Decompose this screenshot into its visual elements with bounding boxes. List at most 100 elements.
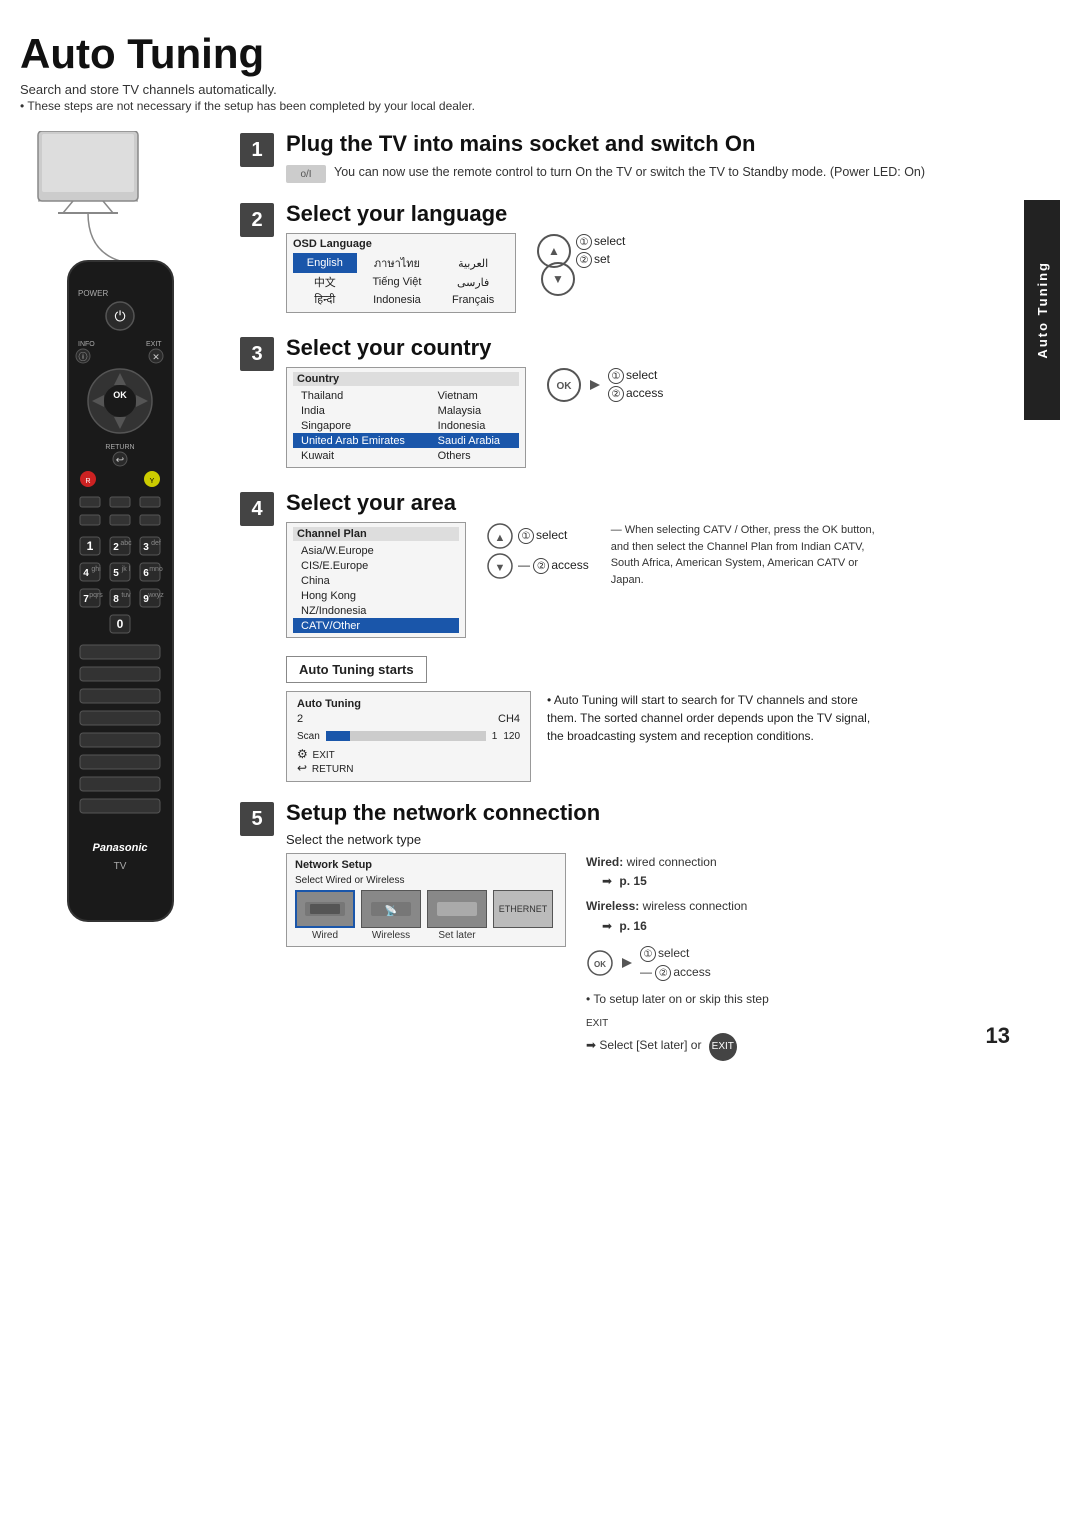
catv-note-text: When selecting CATV / Other, press the O… <box>611 524 875 586</box>
at-exit-row: ⚙ EXIT <box>297 747 520 761</box>
svg-text:INFO: INFO <box>78 341 95 348</box>
svg-text:pqrs: pqrs <box>89 592 103 599</box>
arrow-right-step5 <box>620 956 634 970</box>
auto-tuning-note: • Auto Tuning will start to search for T… <box>547 691 877 745</box>
step-block-1: 1 Plug the TV into mains socket and swit… <box>240 131 1010 183</box>
step5-instr-2: — ②access <box>640 963 711 982</box>
step-1-badge: 1 <box>240 133 274 167</box>
lang-indonesian[interactable]: Indonesia <box>357 291 438 308</box>
ns-header: Network Setup <box>295 859 557 871</box>
area-asia[interactable]: Asia/W.Europe <box>293 543 459 558</box>
wireless-page: p. 16 <box>619 919 646 933</box>
country-thailand[interactable]: Thailand <box>293 388 430 403</box>
step2-instr-2: ②set <box>576 252 625 268</box>
step-3-heading: Select your country <box>286 335 1010 361</box>
ethernet-label: ETHERNET <box>499 904 548 914</box>
area-cis[interactable]: CIS/E.Europe <box>293 558 459 573</box>
svg-text:def: def <box>151 540 161 547</box>
at-scan-label: Scan <box>297 731 320 742</box>
channel-header: Channel Plan <box>293 527 459 541</box>
page-container: Auto Tuning Auto Tuning Search and store… <box>20 0 1060 1079</box>
step4-nav: ▲ ①select ▼ — <box>486 522 589 580</box>
at-header: Auto Tuning <box>297 698 520 710</box>
country-row-uae[interactable]: United Arab Emirates Saudi Arabia <box>293 433 519 448</box>
country-malaysia[interactable]: Malaysia <box>430 403 519 418</box>
country-indonesia[interactable]: Indonesia <box>430 418 519 433</box>
lang-vietnamese[interactable]: Tiếng Việt <box>357 273 438 291</box>
at-bottom-controls: ⚙ EXIT ↩ RETURN <box>297 747 520 775</box>
ns-setlater-option[interactable]: Set later <box>427 890 487 941</box>
step-1-body: o/I You can now use the remote control t… <box>286 163 1010 183</box>
auto-tuning-row: Auto Tuning 2 CH4 Scan <box>286 691 1010 782</box>
power-label: o/I <box>300 169 311 180</box>
ns-options: Wired 📡 <box>295 890 557 941</box>
svg-text:OK: OK <box>113 390 127 400</box>
ns-wireless-option[interactable]: 📡 Wireless <box>361 890 421 941</box>
country-row-kuwait[interactable]: Kuwait Others <box>293 448 519 463</box>
at-scan-end: 120 <box>503 731 520 742</box>
auto-tuning-note-text: Auto Tuning will start to search for TV … <box>547 693 870 743</box>
country-saudi[interactable]: Saudi Arabia <box>430 433 519 448</box>
ns-wired-option[interactable]: Wired <box>295 890 355 941</box>
step5-nav: OK ①select — ②access <box>586 944 769 982</box>
step-3-row: Country Thailand Vietnam India Malaysia <box>286 367 1010 472</box>
area-nz[interactable]: NZ/Indonesia <box>293 603 459 618</box>
step3-instructions: ①select ②access <box>608 368 663 402</box>
lang-chinese[interactable]: 中文 <box>293 273 357 291</box>
at-return-row: ↩ RETURN <box>297 761 520 775</box>
svg-text:▼: ▼ <box>495 562 506 574</box>
svg-text:OK: OK <box>557 381 573 392</box>
country-vietnam[interactable]: Vietnam <box>430 388 519 403</box>
area-catv[interactable]: CATV/Other <box>293 618 459 633</box>
svg-text:tuv: tuv <box>121 592 131 599</box>
step-1-body-text: You can now use the remote control to tu… <box>334 165 925 179</box>
step2-instr-1: ①select <box>576 234 625 250</box>
lang-english[interactable]: English <box>293 253 357 273</box>
country-uae[interactable]: United Arab Emirates <box>293 433 430 448</box>
step-5-badge: 5 <box>240 802 274 836</box>
country-others[interactable]: Others <box>430 448 519 463</box>
svg-text:⏻: ⏻ <box>114 308 125 324</box>
exit-label-text: EXIT <box>586 1018 608 1029</box>
country-singapore[interactable]: Singapore <box>293 418 430 433</box>
area-china[interactable]: China <box>293 573 459 588</box>
country-row-thailand[interactable]: Thailand Vietnam <box>293 388 519 403</box>
subtitle1: Search and store TV channels automatical… <box>20 82 1060 97</box>
svg-text:4: 4 <box>83 568 89 579</box>
country-india[interactable]: India <box>293 403 430 418</box>
remote-column: POWER ⏻ INFO EXIT ⓘ ✕ OK <box>20 131 220 1079</box>
country-kuwait[interactable]: Kuwait <box>293 448 430 463</box>
country-row-singapore[interactable]: Singapore Indonesia <box>293 418 519 433</box>
subtitle2: These steps are not necessary if the set… <box>20 99 1060 113</box>
step-1-text: You can now use the remote control to tu… <box>334 163 925 182</box>
ns-setlater-img <box>427 890 487 928</box>
lang-persian[interactable]: فارسی <box>437 273 509 291</box>
lang-hindi[interactable]: हिन्दी <box>293 291 357 308</box>
country-row-india[interactable]: India Malaysia <box>293 403 519 418</box>
step3-instr-1: ①select <box>608 368 663 384</box>
at-progress-fill <box>326 731 350 741</box>
step-4-row: Channel Plan Asia/W.Europe CIS/E.Europe … <box>286 522 1010 642</box>
at-exit-label: EXIT <box>313 750 335 761</box>
area-hongkong[interactable]: Hong Kong <box>293 588 459 603</box>
step5-instr-1: ①select <box>640 944 711 963</box>
at-return-label: RETURN <box>312 764 354 775</box>
auto-tuning-section: Auto Tuning starts Auto Tuning 2 CH4 Sca… <box>286 656 1010 782</box>
ns-ethernet-option: ETHERNET <box>493 890 553 941</box>
lang-french[interactable]: Français <box>437 291 509 308</box>
step-4-heading: Select your area <box>286 490 1010 516</box>
svg-text:mno: mno <box>149 566 163 573</box>
step-3-badge: 3 <box>240 337 274 371</box>
lang-thai[interactable]: ภาษาไทย <box>357 253 438 273</box>
wired-note: Wired: wired connection ➡ p. 15 <box>586 853 769 891</box>
lang-arabic[interactable]: العربية <box>437 253 509 273</box>
svg-text:5: 5 <box>113 568 119 579</box>
nav-down-step4: ▼ <box>486 552 514 580</box>
auto-tuning-screen: Auto Tuning 2 CH4 Scan <box>286 691 531 782</box>
exit-badge[interactable]: EXIT <box>709 1033 737 1061</box>
at-return-icon: ↩ <box>297 761 307 775</box>
step3-nav: OK ①select ②access <box>546 367 663 403</box>
svg-text:OK: OK <box>594 960 606 969</box>
step-1-heading: Plug the TV into mains socket and switch… <box>286 131 1010 157</box>
country-header: Country <box>293 372 519 386</box>
